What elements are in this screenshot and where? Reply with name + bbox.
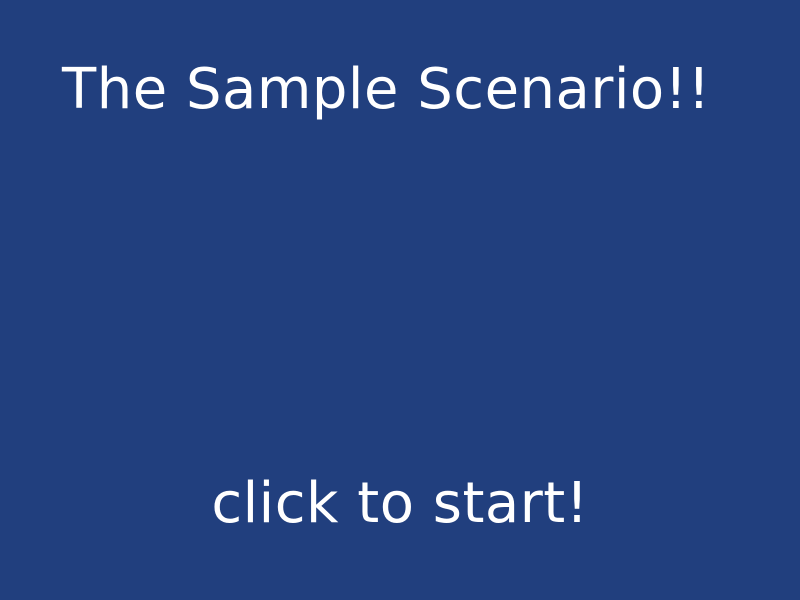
click-to-start-prompt[interactable]: click to start! xyxy=(0,476,800,532)
title-screen[interactable]: The Sample Scenario!! click to start! xyxy=(0,0,800,600)
scenario-title: The Sample Scenario!! xyxy=(62,57,711,122)
